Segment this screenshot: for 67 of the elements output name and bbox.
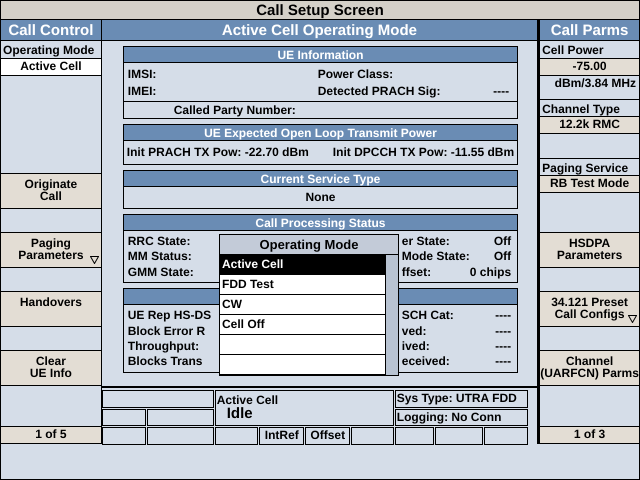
info-label: Block Error R (128, 324, 206, 338)
page-indicator: 1 of 3 (540, 426, 639, 444)
connection-label: Active Cell (216, 393, 280, 407)
info-label: ved: (402, 324, 428, 338)
info-label: ffset: (402, 264, 432, 280)
info-value: 0 chips (470, 264, 512, 280)
status-cell (394, 427, 434, 445)
softkey[interactable]: Paging Parameters (1, 232, 101, 268)
info-value: ---- (495, 308, 512, 323)
status-indicator: Offset (304, 427, 350, 445)
parameter-field[interactable]: 12.2k RMC (540, 117, 639, 134)
info-label: eceived: (402, 354, 451, 369)
info-label: Power Class: (318, 67, 394, 82)
status-cell (484, 427, 528, 445)
screen-title: Call Setup Screen (1, 1, 639, 20)
scrollbar[interactable] (385, 255, 398, 375)
panel-header: Current Service Type (124, 170, 518, 187)
softkey[interactable]: Channel (UARFCN) Parms (540, 350, 639, 386)
status-cell (434, 427, 483, 445)
info-label: Called Party Number: (124, 100, 518, 118)
info-label: UE Rep HS-DS (128, 308, 212, 323)
info-label: Detected PRACH Sig: (318, 84, 440, 99)
menu-title: Operating Mode (220, 235, 398, 255)
logging-status: Logging: No Conn (394, 409, 528, 426)
info-label: IMEI: (128, 84, 158, 99)
softkey[interactable]: HSDPA Parameters (540, 232, 639, 268)
parameter-field[interactable]: RB Test Mode (540, 176, 639, 193)
info-value: ---- (493, 84, 510, 99)
screen-header: Active Cell Operating Mode (102, 20, 538, 41)
info-label: Mode State: (402, 249, 470, 264)
softkey[interactable]: Clear UE Info (1, 350, 101, 386)
page-indicator: 1 of 5 (1, 426, 101, 444)
softkey[interactable]: 34.121 Preset Call Configs (540, 291, 639, 327)
info-label: Blocks Trans (128, 354, 204, 369)
column-header: Call Parms (540, 20, 639, 41)
info-text: None (304, 188, 336, 206)
info-value: ---- (495, 354, 512, 369)
panel-header: UE Information (124, 47, 518, 63)
panel-header: Call Processing Status (124, 214, 518, 231)
unit-label: dBm/3.84 MHz (554, 76, 637, 92)
info-label: Throughput: (128, 338, 200, 354)
info-label: er State: (402, 234, 451, 248)
status-indicator: IntRef (258, 427, 304, 445)
panel-header: UE Expected Open Loop Transmit Power (124, 125, 518, 142)
status-cell (146, 427, 214, 445)
info-label: MM Status: (128, 249, 193, 264)
system-type: Sys Type: UTRA FDD (394, 390, 528, 408)
softkey[interactable]: Handovers (1, 291, 101, 327)
connection-state: Idle (226, 407, 254, 421)
info-label: IMSI: (128, 67, 158, 82)
info-text: Init PRACH TX Pow: -22.70 dBm (126, 145, 309, 160)
info-text: Init DPCCH TX Pow: -11.55 dBm (332, 145, 514, 160)
column-header: Call Control (1, 20, 101, 41)
info-value: ---- (495, 324, 512, 338)
more-icon (90, 256, 99, 264)
menu-option[interactable]: Active Cell (220, 255, 385, 275)
softkey[interactable]: Originate Call (1, 173, 101, 209)
info-label: GMM State: (128, 264, 195, 280)
more-icon (628, 315, 637, 323)
parameter-field[interactable]: -75.00 (540, 59, 639, 76)
info-label: ived: (402, 338, 431, 354)
info-label: RRC State: (128, 234, 192, 248)
info-label: SCH Cat: (402, 308, 455, 323)
parameter-field[interactable]: Active Cell (1, 59, 101, 76)
info-value: ---- (495, 338, 512, 354)
info-value: Off (492, 234, 512, 248)
info-value: Off (492, 249, 512, 264)
